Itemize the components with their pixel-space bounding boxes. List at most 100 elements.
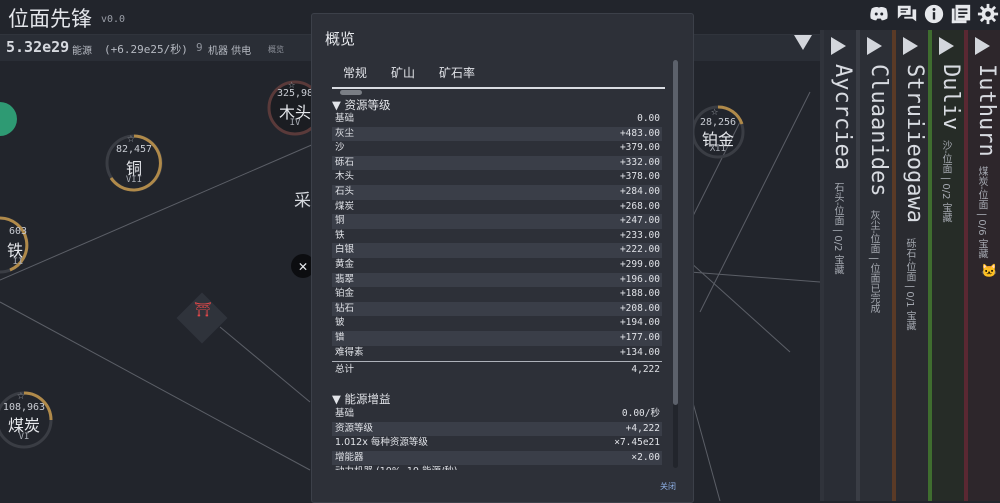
gear-icon[interactable] — [977, 3, 999, 25]
machines-count: 9 — [196, 41, 203, 54]
plane-stripe — [820, 30, 824, 501]
plane-column-aycrciea[interactable]: Aycrciea 石头-位面 | 0/2 宝藏 — [820, 30, 856, 501]
row-label: 木头 — [335, 171, 355, 183]
row-label: 增能器 — [335, 451, 364, 463]
plane-stripe — [892, 30, 896, 501]
row-value: +247.00 — [619, 215, 660, 227]
row-label: 铍 — [335, 317, 345, 329]
play-icon[interactable] — [903, 37, 918, 55]
node-level: VII — [125, 175, 143, 185]
table-row: 难得素 +134.00 — [332, 346, 662, 361]
row-label: 黄金 — [335, 259, 355, 270]
row-label: 沙 — [335, 142, 345, 154]
row-value: +299.00 — [619, 259, 660, 270]
tab-underline — [332, 87, 665, 89]
map-node-coal[interactable]: ☆ 108,963 煤炭 VI — [0, 388, 54, 450]
plane-subtitle: 灰尘-位面 | 位面已完成 — [868, 210, 879, 314]
row-value: ×7.45e21 — [614, 437, 660, 449]
play-icon[interactable] — [975, 37, 990, 55]
row-value: +284.00 — [619, 186, 660, 197]
energy-label: 能源 — [72, 46, 92, 57]
table-row: 翡翠 +196.00 — [332, 272, 662, 288]
plane-subtitle: 沙-位面 | 0/2 宝藏 — [940, 140, 951, 223]
table-row: 基础 0.00 — [332, 112, 662, 127]
row-value: +483.00 — [619, 127, 660, 139]
tab-general[interactable]: 常规 — [343, 64, 367, 81]
play-icon[interactable] — [939, 37, 954, 55]
row-label: 1.012x 每种资源等级 — [335, 437, 428, 449]
total-row: 总计 4,222 — [332, 363, 662, 378]
plane-stripe — [964, 30, 968, 501]
tab-ore-rate[interactable]: 矿石率 — [439, 64, 475, 81]
plane-name: Struiieogawa — [902, 64, 927, 223]
row-value: +134.00 — [619, 346, 660, 358]
star-icon: ☆ — [711, 104, 719, 118]
discord-icon[interactable] — [868, 3, 890, 25]
plane-column-struiieogawa[interactable]: Struiieogawa 砾石-位面 | 0/1 宝藏 — [892, 30, 928, 501]
table-row: 煤炭 +268.00 — [332, 200, 662, 215]
table-row: 资源等级 +4,222 — [332, 421, 662, 437]
app-title: 位面先锋 — [8, 7, 92, 31]
plane-subtitle: 煤炭-位面 | 0/6 宝藏 — [976, 166, 987, 259]
play-icon[interactable] — [831, 37, 846, 55]
row-label: 白银 — [335, 244, 355, 256]
total-value: 4,222 — [631, 364, 660, 375]
map-node-copper[interactable]: ☆ 82,457 铜 VII — [104, 131, 164, 193]
plane-name: Iuthurn — [974, 64, 999, 157]
map-node-iron[interactable]: 603 铁 II — [0, 215, 30, 275]
row-value: +194.00 — [619, 317, 660, 329]
overview-link[interactable]: 概览 — [268, 44, 284, 55]
node-level: VI — [18, 432, 30, 442]
modal-content: ▼ 资源等级 基础 0.00 灰尘 +483.00 沙 +379.00 砾石 +332.00 木… — [332, 96, 662, 470]
row-value: +4,222 — [625, 422, 660, 434]
tab-mines[interactable]: 矿山 — [391, 64, 415, 81]
collapse-triangle-icon[interactable] — [794, 35, 812, 50]
row-value: ×2.00 — [631, 451, 660, 463]
row-label: 动力机器 (10%, 10 能源/秒) — [335, 465, 457, 470]
table-row: 灰尘 +483.00 — [332, 126, 662, 142]
table-row: 铍 +194.00 — [332, 316, 662, 331]
row-label: 铂金 — [335, 288, 355, 300]
torii-gate-icon: ⛩ — [194, 302, 212, 318]
scrollbar-thumb[interactable] — [673, 60, 678, 405]
table-row: 石头 +284.00 — [332, 185, 662, 200]
energy-value: 5.32e29 — [6, 38, 70, 56]
plane-name: Duliv — [938, 64, 963, 131]
row-value: 0.00/秒 — [621, 408, 660, 419]
table-row: 动力机器 (10%, 10 能源/秒) — [332, 465, 662, 470]
row-label: 基础 — [335, 408, 355, 419]
plane-name: Aycrciea — [830, 64, 855, 170]
row-label: 资源等级 — [335, 422, 374, 434]
table-row: 铜 +247.00 — [332, 214, 662, 229]
map-node-platinum[interactable]: ☆ 28,256 铂金 XII — [690, 104, 746, 160]
planes-panel: Aycrciea 石头-位面 | 0/2 宝藏 Cluaanides 灰尘-位面… — [820, 30, 1000, 501]
chat-icon[interactable] — [896, 3, 918, 25]
plane-column-duliv[interactable]: Duliv 沙-位面 | 0/2 宝藏 — [928, 30, 964, 501]
row-value: 0.00 — [637, 113, 660, 124]
row-value: +378.00 — [619, 171, 660, 183]
row-value: +177.00 — [619, 332, 660, 343]
row-label: 石头 — [335, 186, 355, 197]
total-divider — [332, 361, 662, 362]
section-header-resource-levels[interactable]: ▼ 资源等级 — [332, 97, 391, 113]
row-value: +222.00 — [619, 244, 660, 256]
row-label: 煤炭 — [335, 200, 355, 212]
plane-column-cluaanides[interactable]: Cluaanides 灰尘-位面 | 位面已完成 — [856, 30, 892, 501]
row-label: 镨 — [335, 332, 345, 343]
play-icon[interactable] — [867, 37, 882, 55]
modal-title: 概览 — [325, 30, 356, 48]
table-row: 1.012x 每种资源等级 ×7.45e21 — [332, 436, 662, 451]
close-button[interactable]: 关闭 — [660, 481, 676, 492]
node-level: II — [12, 257, 24, 267]
star-icon: ☆ — [17, 388, 25, 403]
info-icon[interactable] — [923, 3, 945, 25]
total-label: 总计 — [335, 364, 355, 375]
table-row: 铂金 +188.00 — [332, 287, 662, 302]
node-count: 603 — [8, 226, 28, 237]
section-header-energy-gain[interactable]: ▼ 能源增益 — [332, 391, 391, 407]
cat-icon: 🐱 — [981, 264, 998, 279]
table-row: 基础 0.00/秒 — [332, 407, 662, 422]
plane-stripe — [928, 30, 932, 501]
table-row: 增能器 ×2.00 — [332, 450, 662, 466]
changelog-icon[interactable] — [950, 3, 972, 25]
